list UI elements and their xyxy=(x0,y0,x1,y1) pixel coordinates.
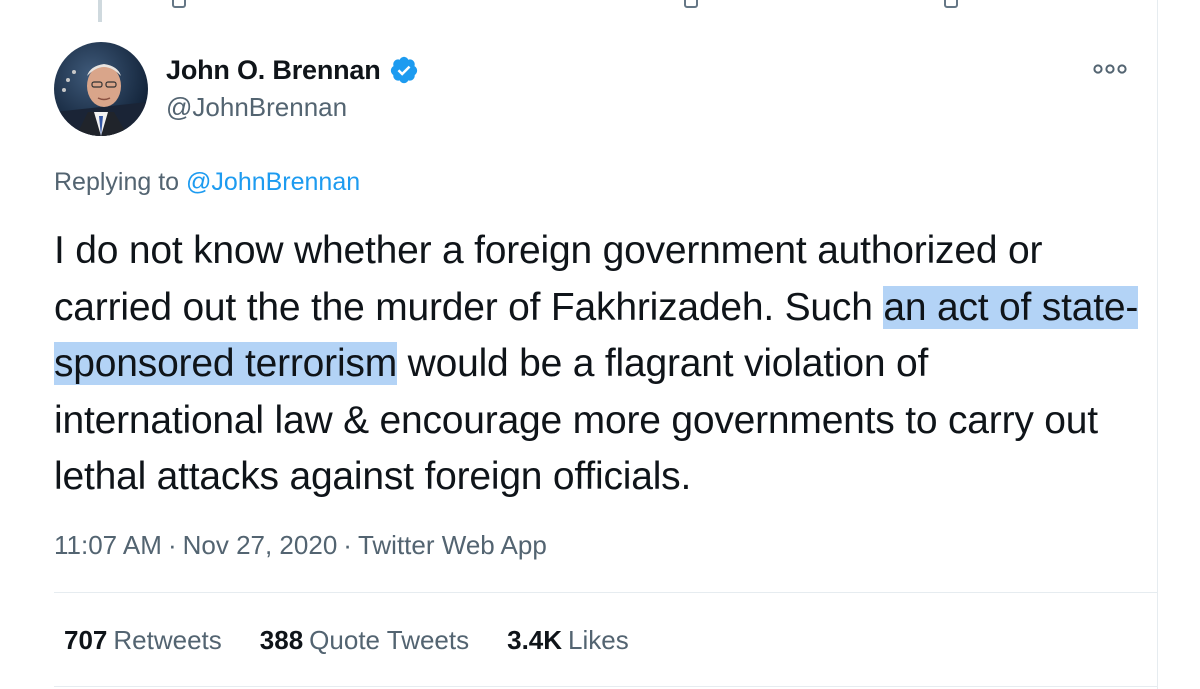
tweet-stats: 707 Retweets 388 Quote Tweets 3.4K Likes xyxy=(64,625,667,656)
tweet-text: I do not know whether a foreign governme… xyxy=(54,223,1139,506)
author-name-row[interactable]: John O. Brennan xyxy=(166,53,419,87)
more-options-icon[interactable] xyxy=(1092,60,1128,78)
author-name[interactable]: John O. Brennan xyxy=(166,55,381,86)
quote-tweets-stat[interactable]: 388 Quote Tweets xyxy=(260,625,469,656)
likes-label: Likes xyxy=(568,625,629,655)
replying-target-link[interactable]: @JohnBrennan xyxy=(186,168,360,196)
meta-separator: · xyxy=(343,530,352,560)
likes-stat[interactable]: 3.4K Likes xyxy=(507,625,629,656)
like-icon[interactable] xyxy=(684,0,698,8)
tweet-date[interactable]: Nov 27, 2020 xyxy=(183,530,338,560)
likes-count: 3.4K xyxy=(507,625,563,655)
verified-badge-icon xyxy=(390,56,417,84)
avatar[interactable] xyxy=(54,42,148,136)
replying-prefix: Replying to xyxy=(54,168,180,196)
reply-icon[interactable] xyxy=(172,0,186,8)
tweet-metadata: 11:07 AM · Nov 27, 2020 · Twitter Web App xyxy=(54,530,547,561)
divider xyxy=(54,686,1157,687)
retweets-count: 707 xyxy=(64,625,108,655)
tweet-source[interactable]: Twitter Web App xyxy=(358,530,547,560)
quote-tweets-label: Quote Tweets xyxy=(309,625,470,655)
quote-tweets-count: 388 xyxy=(259,625,304,655)
share-icon[interactable] xyxy=(944,0,958,8)
avatar-image xyxy=(54,42,148,136)
retweets-stat[interactable]: 707 Retweets xyxy=(64,625,222,656)
column-border xyxy=(1157,0,1158,689)
author-handle[interactable]: @JohnBrennan xyxy=(166,92,347,123)
meta-separator: · xyxy=(167,530,177,560)
divider xyxy=(54,592,1157,593)
retweets-label: Retweets xyxy=(113,625,222,655)
replying-to: Replying to @JohnBrennan xyxy=(54,168,360,197)
previous-tweet-actions xyxy=(0,0,1157,8)
tweet-detail: John O. Brennan @JohnBrennan Replying to… xyxy=(0,0,1200,689)
tweet-time[interactable]: 11:07 AM xyxy=(54,530,162,560)
